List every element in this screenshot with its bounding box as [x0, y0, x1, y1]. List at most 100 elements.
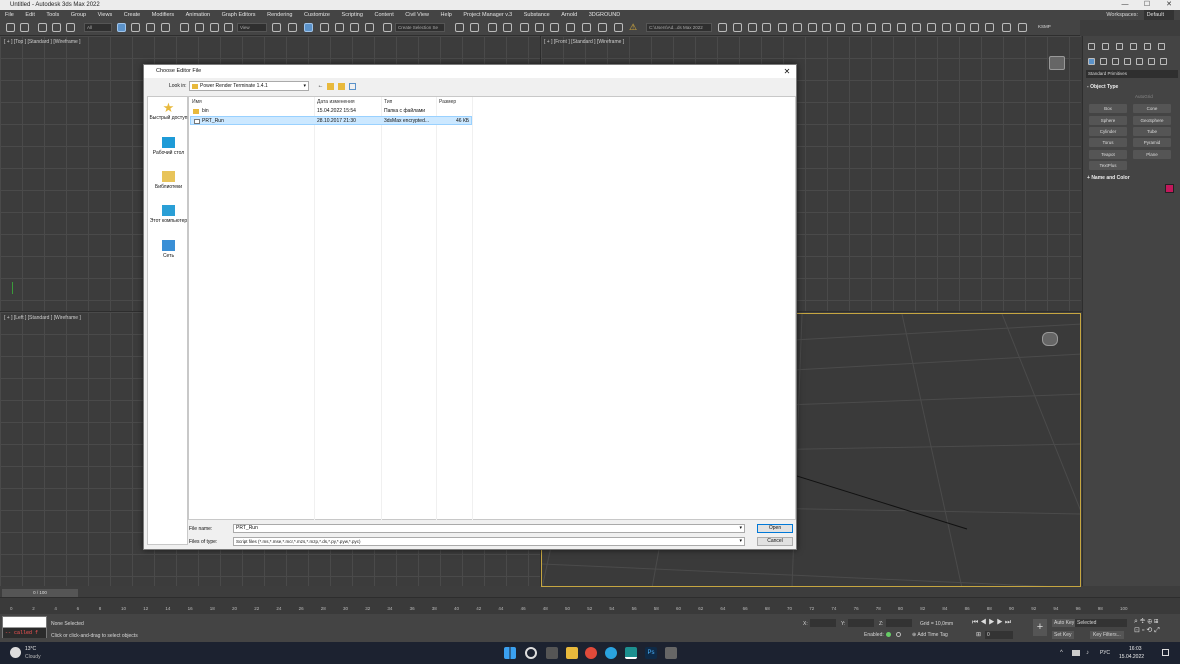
workspaces-selector[interactable]: Workspaces: Default [1106, 10, 1174, 20]
shapes-icon[interactable] [1100, 58, 1107, 65]
new-folder-icon[interactable] [338, 83, 345, 90]
key-mode-icon[interactable]: ⊞ [976, 631, 981, 638]
clock-time[interactable]: 16:03 [1129, 646, 1142, 652]
open-button[interactable]: Open [757, 524, 793, 533]
set-key-plus-icon[interactable]: + [1033, 619, 1047, 636]
menu-views[interactable]: Views [93, 10, 118, 20]
link-icon[interactable] [38, 23, 47, 32]
close-window-button[interactable]: ✕ [1158, 0, 1180, 10]
modify-tab-icon[interactable] [1102, 43, 1109, 50]
rotate-icon[interactable] [195, 23, 204, 32]
menu-customize[interactable]: Customize [299, 10, 335, 20]
look-in-dropdown[interactable]: Power Render Terminate 1.4.1 ▾ [189, 81, 309, 91]
autogrid-checkbox[interactable]: AutoGrid [1135, 94, 1153, 99]
camera-icon[interactable] [836, 23, 845, 32]
python-icon[interactable] [733, 23, 742, 32]
speaker-icon[interactable]: ♪ [1086, 650, 1089, 656]
utilities-tab-icon[interactable] [1158, 43, 1165, 50]
current-frame-field[interactable]: 0 [985, 631, 1013, 639]
select-object-icon[interactable] [117, 23, 126, 32]
y-coordinate-field[interactable] [848, 619, 874, 627]
snaps-toggle-icon[interactable] [320, 23, 329, 32]
cube-icon[interactable] [970, 23, 979, 32]
render-icon[interactable] [897, 23, 906, 32]
place-icon[interactable] [224, 23, 233, 32]
spinner-snap-icon[interactable] [365, 23, 374, 32]
layer-icon[interactable] [852, 23, 861, 32]
listener-input[interactable] [3, 617, 46, 628]
view-menu-icon[interactable] [349, 83, 356, 90]
telegram-icon[interactable] [605, 647, 617, 659]
named-selection-dropdown[interactable]: Create Selection Se [395, 23, 445, 32]
viewcube-perspective-icon[interactable] [1042, 332, 1058, 346]
clock-date[interactable]: 15.04.2022 [1119, 654, 1144, 660]
chevron-down-icon[interactable]: ▾ [739, 525, 742, 532]
layer-explorer-icon[interactable] [503, 23, 512, 32]
viewport-front-label[interactable]: [ + ] [Front ] [Standard ] [Wireframe ] [544, 39, 624, 45]
minimize-button[interactable]: — [1114, 0, 1136, 10]
timeline-track[interactable]: 0 2 4 6 8 10 12 14 16 18 20 22 24 26 28 30 32 34 36 38 40 42 4… [0, 597, 1180, 614]
teapot-icon[interactable] [912, 23, 921, 32]
dialog-title-bar[interactable]: Choose Editor File ✕ [144, 65, 796, 78]
arnold-icon[interactable] [793, 23, 802, 32]
previous-frame-icon[interactable]: ◀ [980, 619, 986, 626]
place-desktop[interactable]: Рабочий стол [148, 137, 189, 156]
language-indicator[interactable]: РУС [1100, 650, 1110, 656]
mirror-icon[interactable] [455, 23, 464, 32]
select-by-name-icon[interactable] [131, 23, 140, 32]
torus-button[interactable]: Torus [1089, 138, 1127, 147]
menu-arnold[interactable]: Arnold [556, 10, 582, 20]
battery-icon[interactable] [1072, 650, 1080, 656]
category-dropdown[interactable]: Standard Primitives [1086, 70, 1178, 78]
chrome-icon[interactable] [585, 647, 597, 659]
video-post-icon[interactable] [762, 23, 771, 32]
object-type-rollout[interactable]: - Object Type [1087, 84, 1118, 90]
bind-space-warp-icon[interactable] [66, 23, 75, 32]
reference-coordinate-dropdown[interactable]: View [237, 23, 267, 32]
menu-modifiers[interactable]: Modifiers [147, 10, 179, 20]
time-slider[interactable]: 0 / 100 [2, 589, 78, 597]
photoshop-icon[interactable]: Ps [645, 647, 657, 659]
render-setup-icon[interactable] [582, 23, 591, 32]
menu-3dground[interactable]: 3DGROUND [584, 10, 625, 20]
place-quick-access[interactable]: ★ Быстрый доступ [148, 101, 189, 121]
pivot-center-icon[interactable] [272, 23, 281, 32]
isolate-icon[interactable] [896, 632, 901, 637]
menu-file[interactable]: File [0, 10, 19, 20]
geosphere-button[interactable]: GeoSphere [1133, 116, 1171, 125]
place-libraries[interactable]: Библиотеки [148, 171, 189, 190]
weather-icon[interactable] [10, 647, 21, 658]
schematic-view-icon[interactable] [550, 23, 559, 32]
rectangular-selection-icon[interactable] [146, 23, 155, 32]
go-to-start-icon[interactable]: ⏮ [972, 619, 978, 626]
x-coordinate-field[interactable] [810, 619, 836, 627]
move-icon[interactable] [180, 23, 189, 32]
sphere-button[interactable]: Sphere [1089, 116, 1127, 125]
frame-icon[interactable] [956, 23, 965, 32]
dialog-close-icon[interactable]: ✕ [781, 65, 793, 78]
cancel-button[interactable]: Cancel [757, 537, 793, 546]
viewcube-front-icon[interactable] [1049, 56, 1065, 70]
cone-button[interactable]: Cone [1133, 104, 1171, 113]
window-crossing-icon[interactable] [161, 23, 170, 32]
object-color-swatch[interactable] [1165, 184, 1174, 193]
undo-icon[interactable] [6, 23, 15, 32]
curve-editor-icon[interactable] [535, 23, 544, 32]
menu-substance[interactable]: Substance [519, 10, 555, 20]
percent-snap-icon[interactable] [350, 23, 359, 32]
rendered-frame-window-icon[interactable] [598, 23, 607, 32]
file-row-prt-run[interactable]: PRT_Run 28.10.2017 21:30 3dsMax encrypte… [190, 116, 472, 125]
box-button[interactable]: Box [1089, 104, 1127, 113]
sphere-icon[interactable] [822, 23, 831, 32]
workspaces-value[interactable]: Default [1143, 10, 1174, 20]
menu-group[interactable]: Group [66, 10, 91, 20]
viewport-icon[interactable] [882, 23, 891, 32]
selection-filter-dropdown[interactable]: All [84, 23, 112, 32]
search-icon[interactable] [525, 647, 537, 659]
substance-icon[interactable] [778, 23, 787, 32]
adaptive-degradation-icon[interactable] [886, 632, 891, 637]
viewport-nav-controls[interactable]: ⌕✥⊕⊞ ⊡▫⟲⤢ [1134, 618, 1162, 635]
menu-project-manager[interactable]: Project Manager v.3 [458, 10, 517, 20]
scene-explorer-icon[interactable] [488, 23, 497, 32]
next-frame-icon[interactable]: ▶ [997, 619, 1003, 626]
